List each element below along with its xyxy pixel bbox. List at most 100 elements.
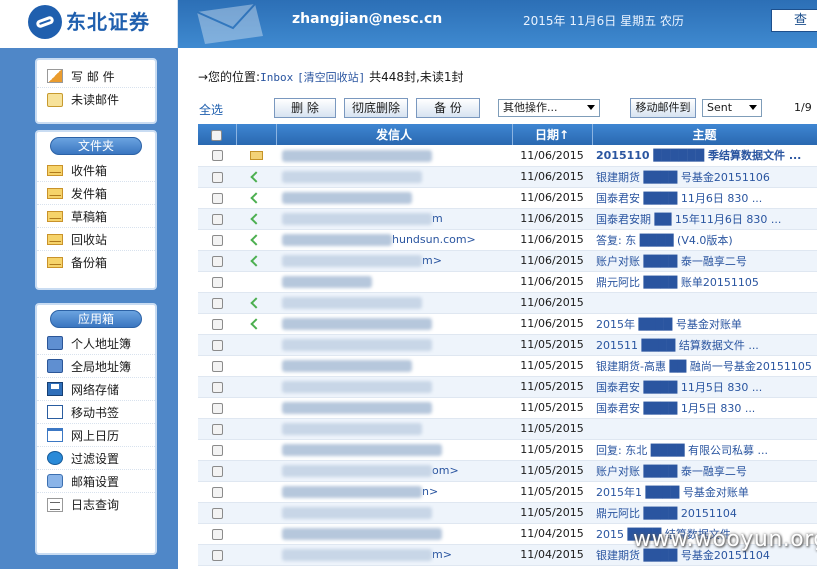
other-operations-select[interactable]: 其他操作... [498,99,600,117]
sidebar-item-mailbox-settings[interactable]: 邮箱设置 [37,470,155,493]
row-subject[interactable]: 国泰君安 ████ 11月5日 830 ... [592,376,817,398]
row-subject[interactable]: 国泰君安 ████ 1月5日 830 ... [592,397,817,419]
move-target-select[interactable]: Sent [702,99,762,117]
column-date[interactable]: 日期↑ [512,124,593,145]
row-subject[interactable]: 银建期货 ████ 号基金20151106 [592,166,817,188]
row-subject[interactable]: 2015年1 ████ 号基金对账单 [592,481,817,503]
row-sender[interactable] [276,397,512,419]
table-row[interactable]: 11/05/2015 201511 ████ 结算数据文件 ... [198,334,817,356]
column-subject[interactable]: 主题 [592,124,817,145]
row-checkbox[interactable] [211,360,223,372]
backup-button[interactable]: 备 份 [416,98,480,118]
row-subject[interactable]: 201511 ████ 结算数据文件 ... [592,334,817,356]
row-sender[interactable]: m [276,208,512,230]
table-row[interactable]: 11/06/2015 国泰君安 ████ 11月6日 830 ... [198,187,817,209]
table-row[interactable]: 11/05/2015 回复: 东北 ████ 有限公司私募 ... [198,439,817,461]
row-subject[interactable]: 国泰君安期 ██ 15年11月6日 830 ... [592,208,817,230]
row-checkbox[interactable] [211,192,223,204]
row-checkbox[interactable] [211,486,223,498]
row-checkbox[interactable] [211,318,223,330]
row-sender[interactable] [276,418,512,440]
row-checkbox[interactable] [211,150,223,162]
sidebar-item-personal-addressbook[interactable]: 个人地址簿 [37,332,155,355]
row-sender[interactable] [276,166,512,188]
row-sender[interactable] [276,376,512,398]
sidebar-item-bookmarks[interactable]: 移动书签 [37,401,155,424]
row-subject[interactable] [592,418,817,440]
clear-trash-link[interactable]: [清空回收站] [297,71,365,84]
row-subject[interactable]: 回复: 东北 ████ 有限公司私募 ... [592,439,817,461]
row-sender[interactable] [276,271,512,293]
row-sender[interactable]: om> [276,460,512,482]
row-checkbox[interactable] [211,444,223,456]
row-sender[interactable] [276,523,512,545]
table-row[interactable]: 11/06/2015 鼎元阿比 ████ 账单20151105 [198,271,817,293]
row-sender[interactable]: hundsun.com> [276,229,512,251]
sidebar-item-compose[interactable]: 写 邮 件 [37,65,155,88]
table-row[interactable]: om> 11/05/2015 账户对账 ████ 泰一融享二号 [198,460,817,482]
row-checkbox[interactable] [211,276,223,288]
select-all-link[interactable]: 全选 [199,101,223,118]
row-sender[interactable] [276,187,512,209]
table-row[interactable]: hundsun.com> 11/06/2015 答复: 东 ████ (V4.0版本… [198,229,817,251]
row-checkbox[interactable] [211,297,223,309]
row-subject[interactable]: 2015110 ██████ 季结算数据文件 ... [592,145,817,167]
row-sender[interactable] [276,334,512,356]
row-subject[interactable]: 国泰君安 ████ 11月6日 830 ... [592,187,817,209]
row-subject[interactable]: 鼎元阿比 ████ 20151104 [592,502,817,524]
row-sender[interactable]: n> [276,481,512,503]
table-row[interactable]: 11/05/2015 银建期货-高惠 ██ 融尚一号基金20151105 [198,355,817,377]
table-row[interactable]: 11/05/2015 鼎元阿比 ████ 20151104 [198,502,817,524]
sidebar-item-filter[interactable]: 过滤设置 [37,447,155,470]
sidebar-item-backup[interactable]: 备份箱 [37,251,155,274]
row-checkbox[interactable] [211,507,223,519]
row-sender[interactable] [276,292,512,314]
sidebar-item-drafts[interactable]: 草稿箱 [37,205,155,228]
row-subject[interactable]: 银建期货-高惠 ██ 融尚一号基金20151105 [592,355,817,377]
permanent-delete-button[interactable]: 彻底删除 [344,98,408,118]
table-row[interactable]: 11/05/2015 国泰君安 ████ 1月5日 830 ... [198,397,817,419]
table-row[interactable]: 11/05/2015 [198,418,817,440]
row-subject[interactable] [592,292,817,314]
row-sender[interactable] [276,502,512,524]
row-sender[interactable] [276,439,512,461]
table-row[interactable]: n> 11/05/2015 2015年1 ████ 号基金对账单 [198,481,817,503]
row-checkbox[interactable] [211,213,223,225]
sidebar-item-trash[interactable]: 回收站 [37,228,155,251]
sidebar-item-network-storage[interactable]: 网络存储 [37,378,155,401]
table-row[interactable]: m 11/06/2015 国泰君安期 ██ 15年11月6日 830 ... [198,208,817,230]
row-subject[interactable]: 答复: 东 ████ (V4.0版本) [592,229,817,251]
table-row[interactable]: m> 11/06/2015 账户对账 ████ 泰一融享二号 [198,250,817,272]
row-sender[interactable] [276,145,512,167]
sidebar-item-global-addressbook[interactable]: 全局地址簿 [37,355,155,378]
table-row[interactable]: 11/05/2015 国泰君安 ████ 11月5日 830 ... [198,376,817,398]
sidebar-item-calendar[interactable]: 网上日历 [37,424,155,447]
table-row[interactable]: 11/06/2015 银建期货 ████ 号基金20151106 [198,166,817,188]
row-subject[interactable]: 2015年 ████ 号基金对账单 [592,313,817,335]
row-checkbox[interactable] [211,423,223,435]
table-row[interactable]: 11/06/2015 2015年 ████ 号基金对账单 [198,313,817,335]
table-row[interactable]: 11/06/2015 2015110 ██████ 季结算数据文件 ... [198,145,817,167]
column-from[interactable]: 发信人 [276,124,513,145]
row-subject[interactable]: 账户对账 ████ 泰一融享二号 [592,250,817,272]
sidebar-item-unread[interactable]: 未读邮件 [37,88,155,111]
sidebar-item-inbox[interactable]: 收件箱 [37,159,155,182]
row-checkbox[interactable] [211,234,223,246]
row-checkbox[interactable] [211,171,223,183]
row-checkbox[interactable] [211,255,223,267]
row-checkbox[interactable] [211,381,223,393]
row-sender[interactable] [276,313,512,335]
table-row[interactable]: 11/06/2015 [198,292,817,314]
row-checkbox[interactable] [211,549,223,561]
row-sender[interactable]: m> [276,544,512,566]
select-all-checkbox[interactable] [211,129,223,141]
header-search-button[interactable]: 查 [771,9,817,32]
row-checkbox[interactable] [211,339,223,351]
row-checkbox[interactable] [211,528,223,540]
row-checkbox[interactable] [211,465,223,477]
move-mail-button[interactable]: 移动邮件到 [630,98,696,118]
row-subject[interactable]: 鼎元阿比 ████ 账单20151105 [592,271,817,293]
sidebar-item-log-query[interactable]: 日志查询 [37,493,155,516]
row-sender[interactable] [276,355,512,377]
row-checkbox[interactable] [211,402,223,414]
